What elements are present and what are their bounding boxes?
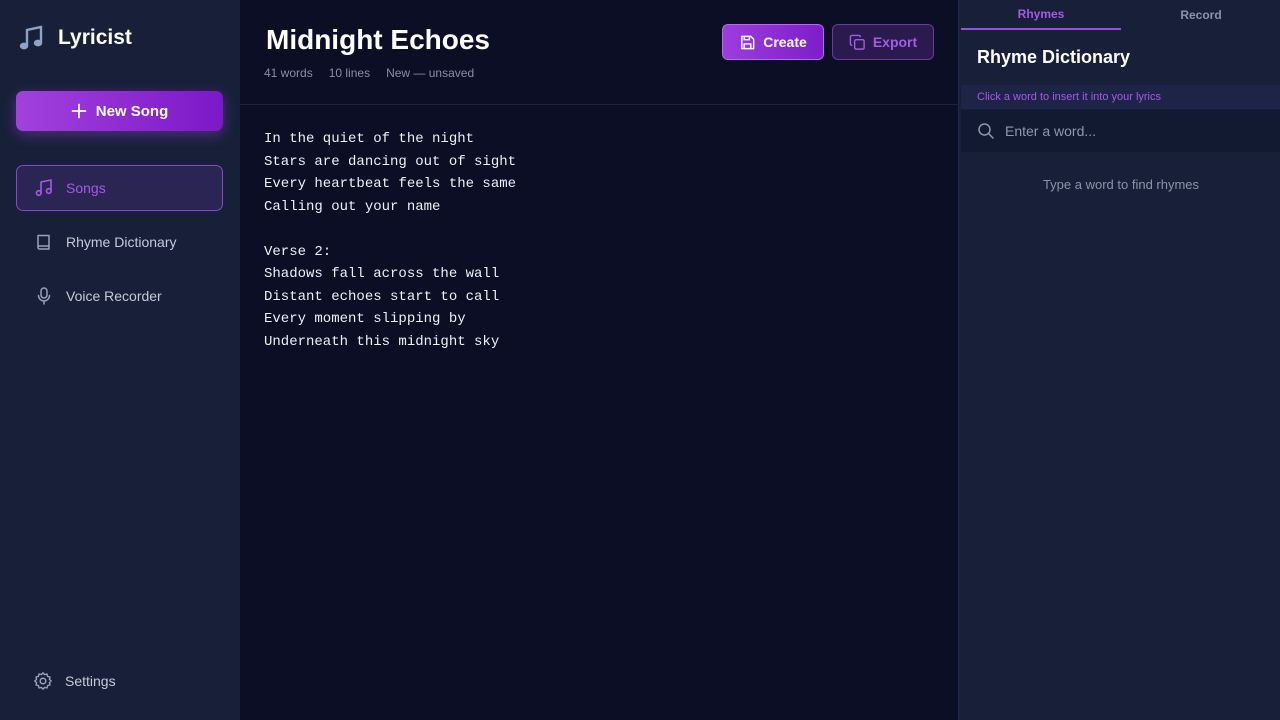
sidebar-item-settings[interactable]: Settings [16, 658, 223, 704]
tab-rhymes[interactable]: Rhymes [961, 0, 1121, 30]
save-status: New — unsaved [386, 66, 475, 80]
sidebar-item-voice-recorder[interactable]: Voice Recorder [16, 273, 223, 319]
create-label: Create [763, 34, 807, 50]
word-count: 41 words [264, 66, 313, 80]
right-panel: Rhymes Record Rhyme Dictionary Click a w… [958, 0, 1280, 720]
sidebar-item-label: Voice Recorder [66, 288, 162, 304]
sidebar: Lyricist New Song Songs Rhyme Dictionary… [0, 0, 240, 720]
microphone-icon [37, 287, 51, 305]
tab-record[interactable]: Record [1121, 0, 1280, 30]
music-note-icon [19, 25, 43, 50]
sidebar-item-label: Rhyme Dictionary [66, 234, 177, 250]
song-meta: 41 words 10 lines New — unsaved [264, 66, 490, 80]
export-button[interactable]: Export [832, 24, 934, 60]
book-icon [37, 234, 50, 250]
song-title[interactable]: Midnight Echoes [266, 24, 490, 56]
settings-label: Settings [65, 673, 116, 689]
panel-title: Rhyme Dictionary [977, 47, 1131, 67]
rhyme-hint: Click a word to insert it into your lyri… [961, 85, 1280, 109]
app-name: Lyricist [58, 26, 132, 49]
save-icon [741, 35, 755, 49]
music-note-icon [35, 179, 52, 197]
create-button[interactable]: Create [722, 24, 824, 60]
export-label: Export [872, 34, 918, 50]
rhyme-search-input[interactable] [1005, 123, 1265, 139]
sidebar-item-label: Songs [66, 180, 106, 196]
new-song-label: New Song [95, 102, 169, 120]
gear-icon [34, 672, 52, 690]
new-song-button[interactable]: New Song [16, 91, 223, 131]
search-icon [978, 123, 994, 139]
lyrics-editor[interactable]: In the quiet of the night Stars are danc… [264, 128, 516, 353]
brand: Lyricist [18, 24, 132, 52]
header-divider [240, 104, 958, 105]
plus-icon [71, 103, 87, 119]
editor: Midnight Echoes 41 words 10 lines New — … [240, 0, 958, 720]
rhyme-search [961, 110, 1280, 152]
copy-icon [849, 34, 865, 50]
sidebar-item-rhyme-dictionary[interactable]: Rhyme Dictionary [16, 219, 223, 265]
rhyme-empty-state: Type a word to find rhymes [1042, 177, 1200, 192]
sidebar-item-songs[interactable]: Songs [16, 165, 223, 211]
line-count: 10 lines [328, 66, 371, 80]
